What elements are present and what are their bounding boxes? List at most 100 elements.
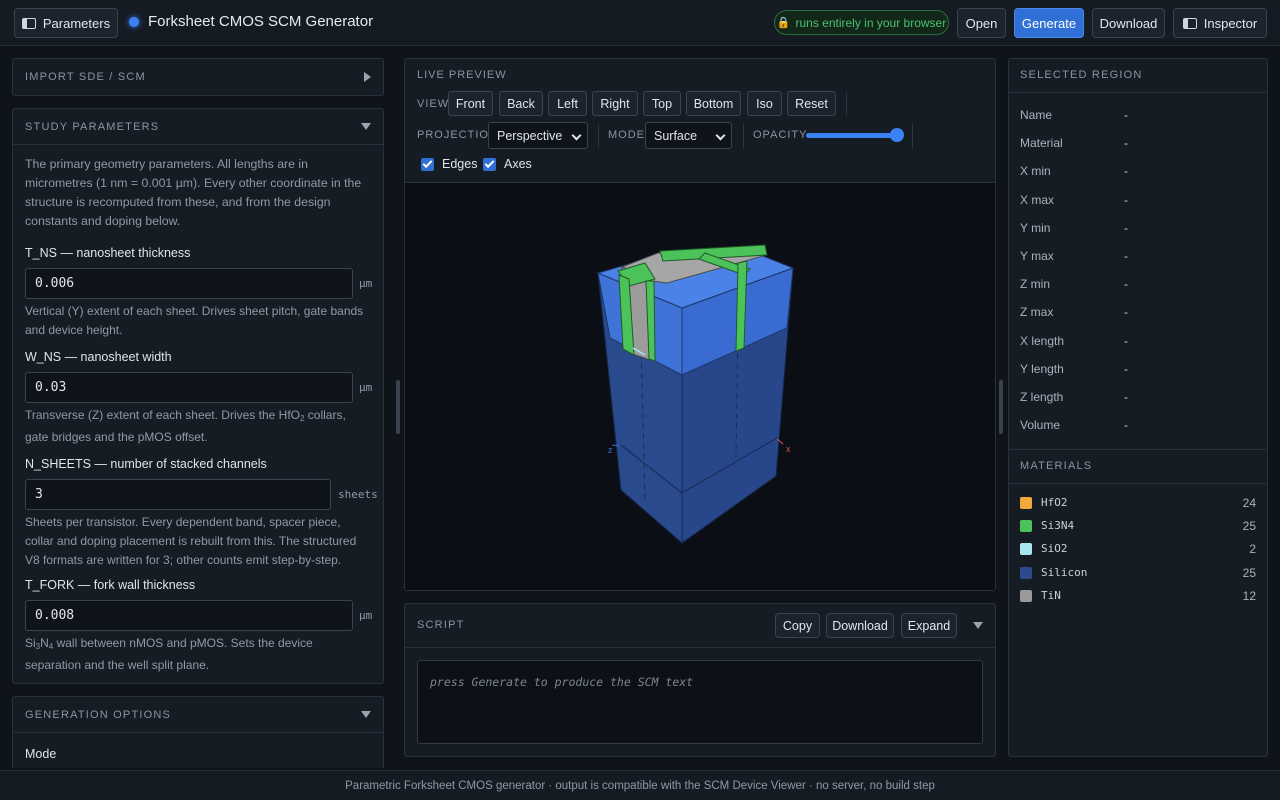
param-label-t-ns: T_NS — nanosheet thickness xyxy=(25,246,191,260)
badge-label: runs entirely in your browser xyxy=(795,15,947,30)
property-label: Name xyxy=(1020,108,1053,122)
material-swatch xyxy=(1020,543,1032,556)
script-divider xyxy=(405,647,995,648)
inspector-panel-icon xyxy=(1182,17,1197,29)
property-value: - xyxy=(1124,192,1128,207)
opacity-label: OPACITY xyxy=(753,129,808,141)
view-iso-button[interactable]: Iso xyxy=(747,91,782,116)
parameters-button-label: Parameters xyxy=(42,15,111,31)
parameters-toggle-button[interactable]: Parameters xyxy=(14,8,118,38)
script-output[interactable]: press Generate to produce the SCM text xyxy=(417,660,983,744)
property-value: - xyxy=(1124,390,1128,404)
download-button[interactable]: Download xyxy=(1092,8,1165,38)
toolbar-divider xyxy=(598,124,599,148)
property-value: - xyxy=(1124,220,1128,235)
property-label: Y min xyxy=(1020,220,1051,235)
import-panel-title: IMPORT SDE / SCM xyxy=(25,71,146,83)
right-resize-handle[interactable] xyxy=(999,380,1003,434)
material-swatch xyxy=(1020,566,1032,579)
t-ns-input[interactable]: 0.006 xyxy=(25,268,353,299)
property-value: - xyxy=(1124,333,1128,348)
opacity-slider-fill xyxy=(806,133,898,138)
generation-options-panel: GENERATION OPTIONS Mode xyxy=(12,696,384,768)
script-title: SCRIPT xyxy=(417,619,465,631)
param-label-t-fork: T_FORK — fork wall thickness xyxy=(25,578,196,592)
left-resize-handle[interactable] xyxy=(396,380,400,434)
axes-label: Axes xyxy=(504,157,532,171)
view-reset-button[interactable]: Reset xyxy=(787,91,836,116)
material-name[interactable]: Silicon xyxy=(1041,566,1087,579)
footer: Parametric Forksheet CMOS generator · ou… xyxy=(0,770,1280,800)
collapse-down-icon[interactable] xyxy=(973,622,983,629)
projection-select[interactable]: Perspective xyxy=(488,122,588,149)
download-script-button[interactable]: Download xyxy=(826,613,894,638)
study-panel-title: STUDY PARAMETERS xyxy=(25,120,160,133)
axis-z-label: z xyxy=(608,445,613,455)
axis-x-label: x xyxy=(786,444,791,454)
material-name[interactable]: SiO2 xyxy=(1041,542,1068,555)
view-top-button[interactable]: Top xyxy=(643,91,681,116)
mode-select[interactable]: Surface xyxy=(645,122,732,149)
view-back-button[interactable]: Back xyxy=(499,91,543,116)
lock-icon: 🔒 xyxy=(776,17,791,29)
property-label: Z max xyxy=(1020,305,1054,320)
collapse-down-icon xyxy=(361,711,371,718)
toolbar-divider xyxy=(912,124,913,148)
projection-label: PROJECTION xyxy=(417,129,498,141)
param-label-n-sheets: N_SHEETS — number of stacked channels xyxy=(25,457,267,471)
property-value: - xyxy=(1124,361,1128,376)
w-ns-input[interactable]: 0.03 xyxy=(25,372,353,403)
import-panel: IMPORT SDE / SCM xyxy=(12,58,384,96)
import-panel-header[interactable]: IMPORT SDE / SCM xyxy=(13,59,383,95)
collapse-down-icon xyxy=(361,123,371,130)
n-sheets-input[interactable]: 3 xyxy=(25,479,331,510)
edges-label: Edges xyxy=(442,157,478,171)
opacity-slider[interactable] xyxy=(806,128,905,142)
view-left-button[interactable]: Left xyxy=(548,91,587,116)
property-label: X length xyxy=(1020,333,1065,348)
edges-checkbox[interactable] xyxy=(421,158,434,171)
property-value: - xyxy=(1124,418,1128,433)
t-fork-unit: µm xyxy=(359,609,373,622)
property-label: Y length xyxy=(1020,361,1064,376)
view-right-button[interactable]: Right xyxy=(592,91,638,116)
material-name[interactable]: Si3N4 xyxy=(1041,519,1074,532)
mode-value: Surface xyxy=(654,128,698,143)
view-front-button[interactable]: Front xyxy=(448,91,493,116)
study-panel-header[interactable]: STUDY PARAMETERS xyxy=(13,109,383,145)
material-name[interactable]: HfO2 xyxy=(1041,496,1068,509)
toolbar-divider xyxy=(846,92,847,116)
property-value: - xyxy=(1124,164,1128,179)
param-label-w-ns: W_NS — nanosheet width xyxy=(25,350,172,364)
generation-panel-title: GENERATION OPTIONS xyxy=(25,708,172,721)
property-label: X max xyxy=(1020,192,1055,207)
property-value: - xyxy=(1124,249,1128,263)
status-dot-icon xyxy=(129,17,139,27)
axes-checkbox[interactable] xyxy=(483,158,496,171)
local-only-badge: 🔒 runs entirely in your browser xyxy=(774,10,949,35)
3d-viewport[interactable]: x z xyxy=(405,183,995,590)
app-title: Forksheet CMOS SCM Generator xyxy=(148,13,374,30)
material-count: 2 xyxy=(1249,542,1256,557)
generate-button[interactable]: Generate xyxy=(1014,8,1084,38)
property-label: Z min xyxy=(1020,277,1050,292)
selected-region-title: SELECTED REGION xyxy=(1020,69,1143,81)
material-swatch xyxy=(1020,589,1032,602)
t-ns-unit: µm xyxy=(359,277,373,290)
property-value: - xyxy=(1124,305,1128,320)
open-button[interactable]: Open xyxy=(957,8,1006,38)
t-fork-input[interactable]: 0.008 xyxy=(25,600,353,631)
n-sheets-help: Sheets per transistor. Every dependent b… xyxy=(25,515,357,567)
generation-panel-header[interactable]: GENERATION OPTIONS xyxy=(13,697,383,733)
toolbar-divider xyxy=(743,124,744,148)
materials-divider xyxy=(1009,483,1267,484)
materials-divider-top xyxy=(1009,449,1267,450)
material-swatch xyxy=(1020,497,1032,509)
inspector-toggle-button[interactable]: Inspector xyxy=(1173,8,1267,38)
material-name[interactable]: TiN xyxy=(1041,589,1061,602)
view-bottom-button[interactable]: Bottom xyxy=(686,91,741,116)
sidebar-toggle-icon xyxy=(21,17,36,29)
expand-script-button[interactable]: Expand xyxy=(901,613,957,638)
copy-script-button[interactable]: Copy xyxy=(775,613,820,638)
w-ns-unit: µm xyxy=(359,381,373,394)
